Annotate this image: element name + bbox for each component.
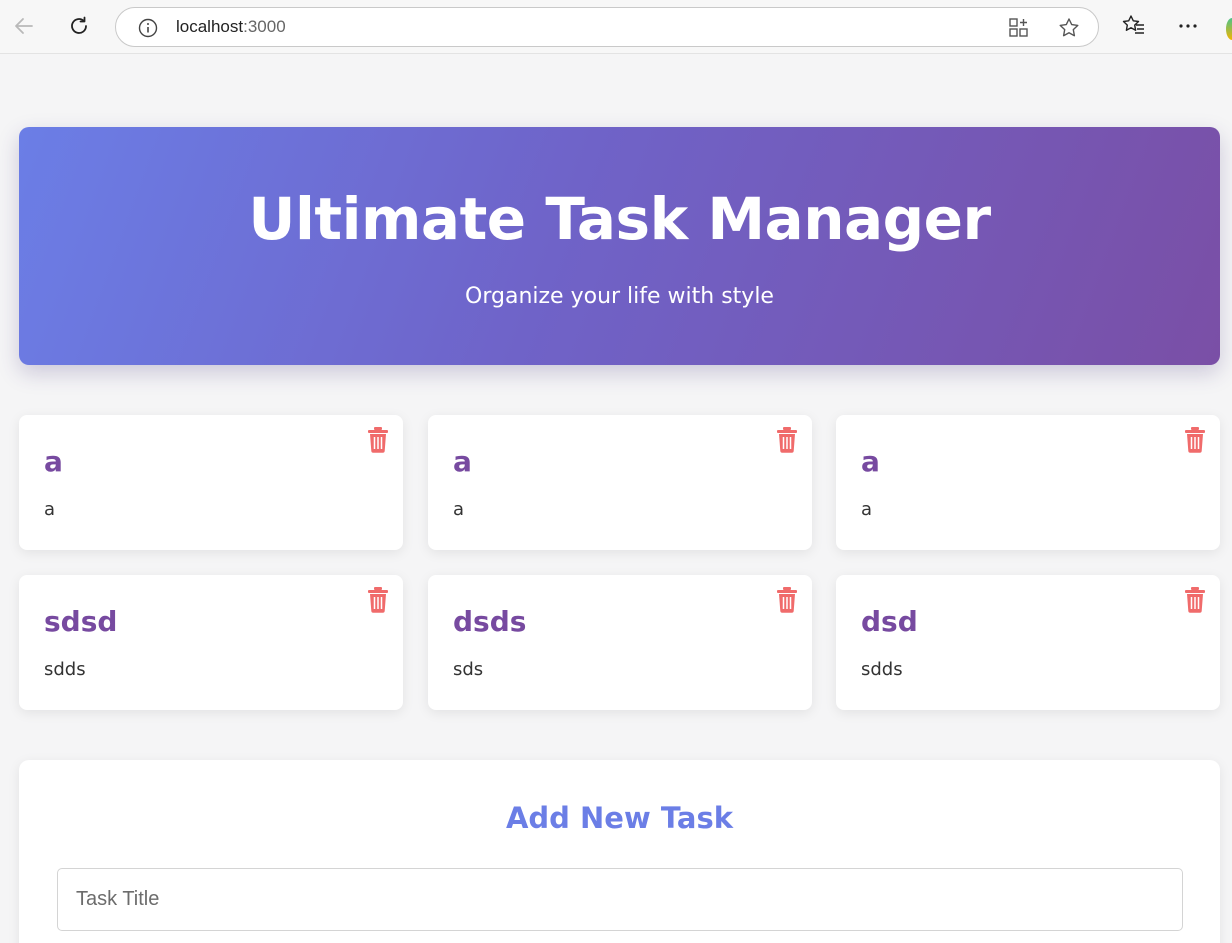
trash-icon[interactable] <box>367 587 389 613</box>
task-title: a <box>453 445 472 478</box>
task-title: a <box>861 445 880 478</box>
page-subtitle: Organize your life with style <box>465 284 774 309</box>
more-icon <box>1179 24 1197 28</box>
address-text: localhost:3000 <box>176 17 286 37</box>
trash-icon[interactable] <box>776 587 798 613</box>
task-title: sdsd <box>44 605 118 638</box>
task-description: sdds <box>861 659 903 680</box>
task-card: dsd sdds <box>836 575 1220 710</box>
task-title: a <box>44 445 63 478</box>
edge-sidebar-logo[interactable] <box>1226 18 1232 40</box>
task-card: a a <box>428 415 812 550</box>
task-description: a <box>861 499 873 520</box>
task-description: a <box>453 499 465 520</box>
trash-icon[interactable] <box>776 427 798 453</box>
hero-banner: Ultimate Task Manager Organize your life… <box>19 127 1220 365</box>
more-button[interactable] <box>1173 11 1203 41</box>
task-description: sdds <box>44 659 86 680</box>
task-card: a a <box>19 415 403 550</box>
reload-button[interactable] <box>64 11 94 41</box>
url-host: localhost <box>176 17 244 36</box>
task-title: dsd <box>861 605 918 638</box>
task-title-input[interactable] <box>57 868 1183 931</box>
trash-icon[interactable] <box>1184 587 1206 613</box>
task-description: sds <box>453 659 484 680</box>
task-card: sdsd sdds <box>19 575 403 710</box>
apps-icon[interactable] <box>1008 17 1030 39</box>
task-title: dsds <box>453 605 527 638</box>
arrow-left-icon <box>15 18 33 34</box>
trash-icon[interactable] <box>367 427 389 453</box>
trash-icon[interactable] <box>1184 427 1206 453</box>
favorites-button[interactable] <box>1119 11 1149 41</box>
address-bar[interactable]: localhost:3000 <box>115 7 1099 47</box>
info-icon[interactable] <box>138 18 158 38</box>
browser-toolbar: localhost:3000 <box>0 0 1232 54</box>
task-card: dsds sds <box>428 575 812 710</box>
form-heading: Add New Task <box>505 801 734 835</box>
add-task-form: Add New Task <box>19 760 1220 943</box>
url-port: :3000 <box>243 17 286 36</box>
reload-icon <box>71 16 87 34</box>
task-description: a <box>44 499 56 520</box>
page-title: Ultimate Task Manager <box>248 185 991 253</box>
back-button[interactable] <box>9 11 39 41</box>
star-icon[interactable] <box>1057 16 1081 40</box>
favorites-icon <box>1122 15 1144 34</box>
task-card: a a <box>836 415 1220 550</box>
